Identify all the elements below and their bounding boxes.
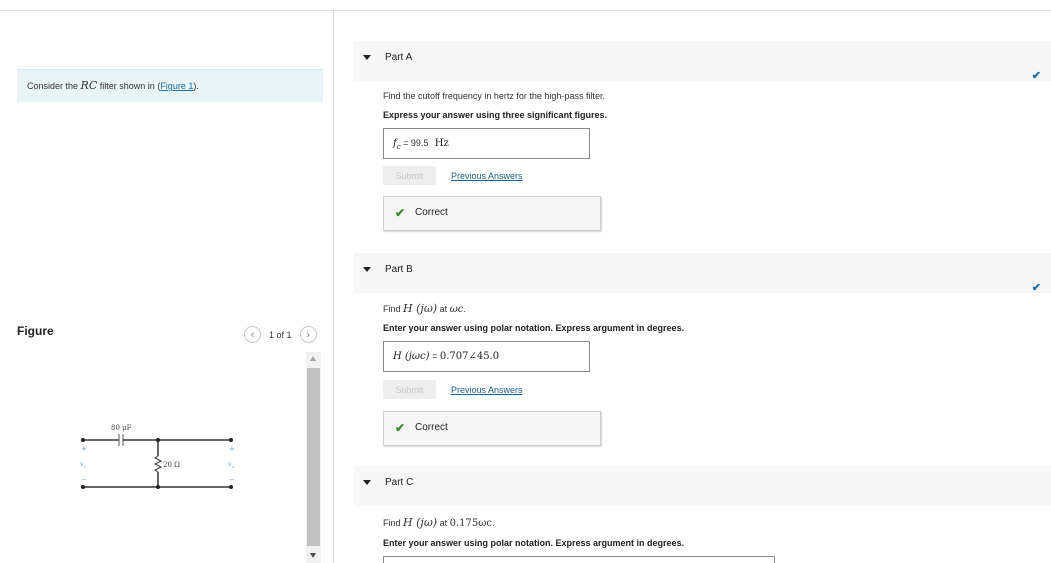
caret-down-icon[interactable] [363, 267, 371, 272]
resistor-label: 20 Ω [163, 461, 180, 469]
part-b-submit-button[interactable]: Submit [383, 380, 436, 399]
part-c-title: Part C [385, 477, 414, 488]
caret-down-icon[interactable] [363, 55, 371, 60]
checkmark-icon: ✔ [395, 421, 406, 435]
part-a-correct-label: Correct [415, 207, 448, 218]
scroll-up-arrow-icon[interactable] [310, 356, 316, 361]
figure-scrollbar[interactable] [306, 352, 321, 563]
node-bottom [156, 485, 160, 489]
part-b-previous-answers-link[interactable]: Previous Answers [451, 385, 523, 395]
figure-panel: 80 μF 20 Ω + v i − + v o − [17, 352, 321, 563]
part-a-header[interactable]: Part A ✔ [354, 41, 1051, 82]
part-a-previous-answers-link[interactable]: Previous Answers [451, 171, 523, 181]
capacitor-label: 80 μF [111, 424, 132, 432]
terminal-in-top [81, 438, 85, 442]
rc-circuit-diagram: 80 μF 20 Ω + v i − + v o − [80, 424, 235, 489]
output-voltage-sub: o [232, 464, 235, 469]
figure-heading: Figure [17, 324, 54, 338]
part-a-answer-value: 99.5 [410, 138, 429, 148]
part-b-answer-field[interactable]: H (jωc) = 0.707∠45.0 [383, 341, 590, 372]
input-plus: + [81, 445, 87, 453]
part-a-answer-expression: fc = 99.5 Hz [393, 138, 449, 151]
scroll-down-arrow-icon[interactable] [310, 553, 316, 558]
problem-intro: Consider the RC filter shown in (Figure … [17, 69, 323, 102]
checkmark-icon: ✔ [1031, 70, 1041, 82]
chevron-left-icon[interactable]: ‹ [244, 326, 261, 343]
part-a-submit-button[interactable]: Submit [383, 166, 436, 185]
part-c-question: Find H (jω) at 0.175ωc. [383, 516, 495, 529]
part-b-answer-value: 0.707∠45.0 [439, 351, 500, 362]
input-voltage-sub: i [84, 464, 86, 469]
figure-link[interactable]: Figure 1 [160, 81, 193, 91]
part-a-title: Part A [385, 52, 413, 63]
figure-count: 1 of 1 [269, 329, 292, 340]
part-c-answer-field[interactable] [383, 556, 775, 563]
part-b-title: Part B [385, 264, 413, 275]
part-b-header[interactable]: Part B ✔ [354, 253, 1051, 294]
part-b-correct-label: Correct [415, 422, 448, 433]
part-b-answer-expression: H (jωc) = 0.707∠45.0 [393, 351, 500, 362]
figure-navigation: ‹ 1 of 1 › [244, 326, 317, 343]
part-a-question: Find the cutoff frequency in hertz for t… [383, 91, 605, 101]
resistor-zigzag [153, 455, 163, 473]
part-a-answer-field[interactable]: fc = 99.5 Hz [383, 128, 590, 159]
part-b-instruction: Enter your answer using polar notation. … [383, 323, 685, 333]
part-a-correct-feedback: ✔ Correct [383, 196, 601, 231]
part-b-question: Find H (jω) at ωc. [383, 302, 466, 315]
part-a-instruction: Express your answer using three signific… [383, 110, 608, 120]
top-rule [0, 10, 1051, 11]
part-b-correct-feedback: ✔ Correct [383, 411, 601, 446]
node-top [156, 438, 160, 442]
part-c-instruction: Enter your answer using polar notation. … [383, 538, 685, 548]
output-plus: + [229, 445, 235, 453]
scroll-thumb[interactable] [307, 368, 320, 546]
intro-math-rc: RC [80, 79, 98, 92]
checkmark-icon: ✔ [395, 206, 406, 220]
part-a-answer-unit: Hz [434, 138, 449, 149]
caret-down-icon[interactable] [363, 480, 371, 485]
intro-text: Consider the RC filter shown in (Figure … [27, 79, 199, 92]
checkmark-icon: ✔ [1031, 282, 1041, 294]
terminal-out-top [229, 438, 233, 442]
terminal-in-bottom [81, 485, 85, 489]
column-divider [333, 11, 334, 563]
chevron-right-icon[interactable]: › [299, 326, 317, 343]
input-minus: − [81, 476, 87, 484]
output-minus: − [229, 476, 235, 484]
part-c-header[interactable]: Part C [354, 466, 1051, 506]
terminal-out-bottom [229, 485, 233, 489]
